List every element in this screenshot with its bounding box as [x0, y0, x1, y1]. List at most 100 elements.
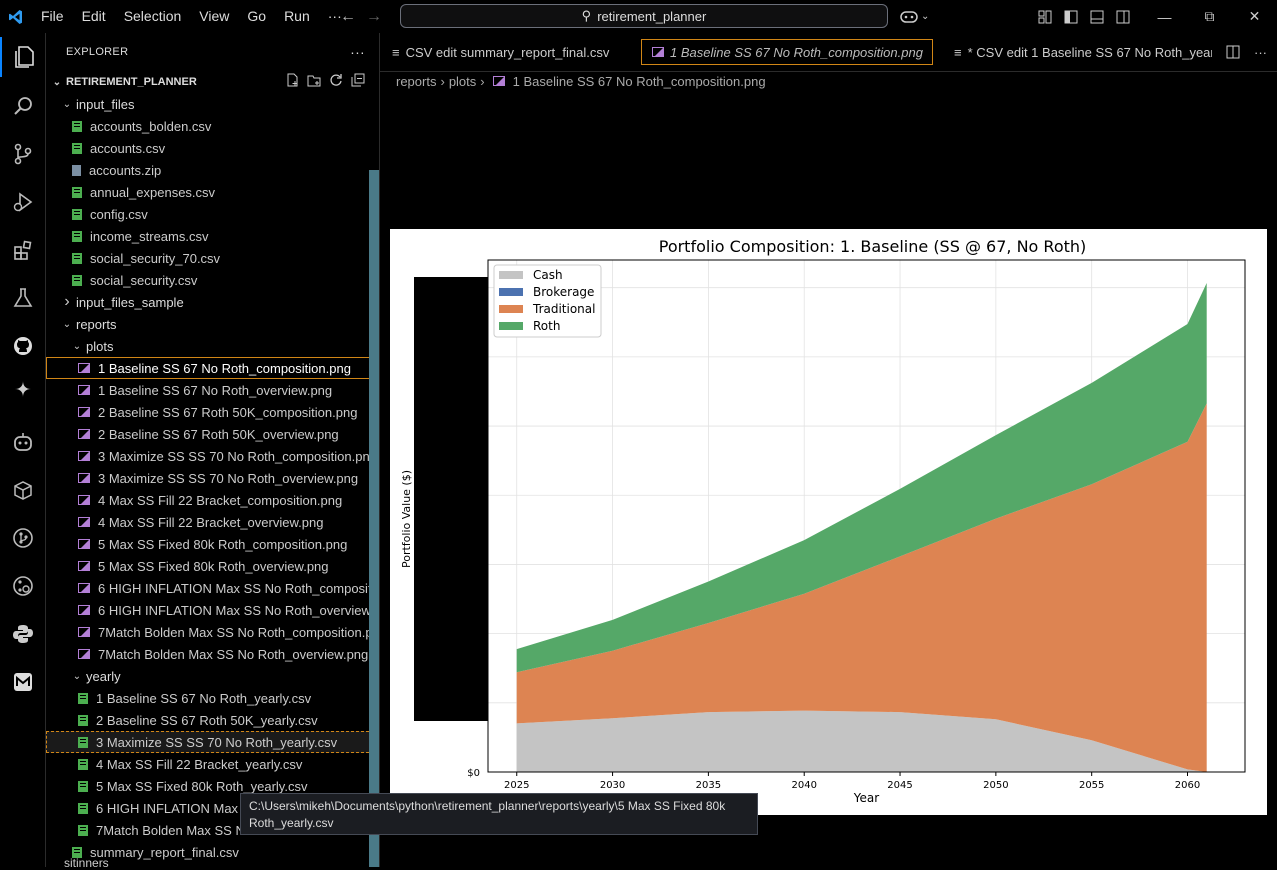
tree-file[interactable]: accounts_bolden.csv	[46, 115, 379, 137]
tree-file[interactable]: 6 HIGH INFLATION Max SS No Roth_composit…	[46, 577, 379, 599]
tree-file[interactable]: 4 Max SS Fill 22 Bracket_yearly.csv	[46, 753, 379, 775]
tree-item-label: plots	[86, 338, 114, 354]
sidebar-scrollbar[interactable]	[369, 170, 379, 867]
command-center[interactable]: ⚲ retirement_planner	[400, 4, 888, 28]
chevron-down-icon[interactable]: ⌄	[921, 11, 929, 22]
restore-icon[interactable]: ⧉	[1187, 0, 1232, 33]
breadcrumb-item[interactable]: plots	[449, 74, 476, 89]
zip-file-icon	[72, 164, 81, 176]
toggle-secondary-sidebar-icon[interactable]	[1116, 10, 1130, 24]
tree-file[interactable]: 2 Baseline SS 67 Roth 50K_yearly.csv	[46, 709, 379, 731]
new-folder-icon[interactable]	[307, 73, 321, 87]
menu-item[interactable]: Edit	[73, 0, 115, 33]
collapse-all-icon[interactable]	[351, 73, 365, 87]
tree-file[interactable]: 7Match Bolden Max SS No Roth_composition…	[46, 621, 379, 643]
copilot-icon[interactable]: ⌄	[900, 0, 929, 33]
run-debug-icon[interactable]	[0, 182, 45, 222]
menu-item[interactable]: View	[190, 0, 238, 33]
tree-file[interactable]: 2 Baseline SS 67 Roth 50K_composition.pn…	[46, 401, 379, 423]
tree-file[interactable]: social_security_70.csv	[46, 247, 379, 269]
back-arrow-icon[interactable]: ←	[340, 8, 356, 26]
project-root[interactable]: ⌄ RETIREMENT_PLANNER	[46, 71, 379, 93]
image-file-icon	[78, 407, 90, 417]
tree-file[interactable]: 5 Max SS Fixed 80k Roth_composition.png	[46, 533, 379, 555]
github-icon[interactable]	[0, 326, 45, 366]
tree-item-label: 2 Baseline SS 67 Roth 50K_yearly.csv	[96, 712, 318, 728]
tree-file[interactable]: 6 HIGH INFLATION Max SS No Roth_overview…	[46, 599, 379, 621]
breadcrumb-item[interactable]: 1 Baseline SS 67 No Roth_composition.png	[513, 74, 766, 89]
extensions-icon[interactable]	[0, 230, 45, 270]
tree-file[interactable]: config.csv	[46, 203, 379, 225]
search-icon[interactable]	[0, 86, 45, 126]
tab-label: CSV edit summary_report_final.csv	[405, 44, 610, 60]
tab-more-button[interactable]: ···	[1254, 45, 1267, 60]
git-lens-icon[interactable]	[0, 566, 45, 606]
tree-file[interactable]: accounts.csv	[46, 137, 379, 159]
breadcrumb-item[interactable]: reports	[396, 74, 436, 89]
tree-file[interactable]: 2 Baseline SS 67 Roth 50K_overview.png	[46, 423, 379, 445]
menu-item[interactable]: File	[32, 0, 73, 33]
explorer-icon[interactable]	[0, 37, 45, 77]
legend-swatch	[499, 322, 523, 330]
tree-file[interactable]: income_streams.csv	[46, 225, 379, 247]
tree-file[interactable]: 5 Max SS Fixed 80k Roth_overview.png	[46, 555, 379, 577]
close-window-icon[interactable]: ✕	[1232, 0, 1277, 33]
tree-folder[interactable]: ⌄ reports	[46, 313, 379, 335]
tab-composition-png[interactable]: 1 Baseline SS 67 No Roth_composition.png…	[641, 39, 933, 65]
tree-file[interactable]: 4 Max SS Fill 22 Bracket_composition.png	[46, 489, 379, 511]
tree-file[interactable]: 1 Baseline SS 67 No Roth_composition.png	[46, 357, 379, 379]
chevron-right-icon: ›	[480, 73, 485, 89]
tree-item-label: 3 Maximize SS SS 70 No Roth_overview.png	[98, 470, 359, 486]
tree-file[interactable]: 3 Maximize SS SS 70 No Roth_overview.png	[46, 467, 379, 489]
menu-bar: File Edit Selection View Go Run ···	[32, 0, 351, 33]
tree-file[interactable]: 3 Maximize SS SS 70 No Roth_composition.…	[46, 445, 379, 467]
tree-file[interactable]: social_security.csv	[46, 269, 379, 291]
toggle-panel-icon[interactable]	[1090, 10, 1104, 24]
tab-yearly-csv[interactable]: ≡ * CSV edit 1 Baseline SS 67 No Roth_ye…	[942, 33, 1212, 71]
toggle-primary-sidebar-icon[interactable]	[1064, 10, 1078, 24]
gemini-sparkle-icon[interactable]	[0, 369, 45, 409]
csv-file-icon	[72, 120, 82, 132]
tree-file[interactable]: 1 Baseline SS 67 No Roth_overview.png	[46, 379, 379, 401]
tree-folder[interactable]: ⌄ yearly	[46, 665, 379, 687]
tree-folder[interactable]: › input_files_sample	[46, 291, 379, 313]
tab-summary-report[interactable]: ≡ CSV edit summary_report_final.csv	[380, 33, 636, 71]
split-editor-icon[interactable]	[1226, 45, 1240, 59]
copilot-chat-icon[interactable]	[0, 422, 45, 462]
tree-file[interactable]: 3 Maximize SS SS 70 No Roth_yearly.csv	[46, 731, 379, 753]
forward-arrow-icon[interactable]: →	[366, 8, 382, 26]
tree-file[interactable]: 1 Baseline SS 67 No Roth_yearly.csv	[46, 687, 379, 709]
tree-item-label: accounts.csv	[90, 140, 166, 156]
tree-item-label: 3 Maximize SS SS 70 No Roth_composition.…	[98, 448, 377, 464]
source-control-icon[interactable]	[0, 134, 45, 174]
tree-file[interactable]: 7Match Bolden Max SS No Roth_overview.pn…	[46, 643, 379, 665]
csv-file-icon	[72, 274, 82, 286]
tree-file[interactable]: accounts.zip	[46, 159, 379, 181]
lines-icon: ≡	[392, 44, 400, 60]
image-file-icon	[78, 539, 90, 549]
legend-label: Traditional	[532, 302, 595, 316]
tree-file[interactable]: annual_expenses.csv	[46, 181, 379, 203]
tree-item-label: social_security_70.csv	[90, 250, 221, 266]
csv-file-icon	[78, 758, 88, 770]
git-graph-icon[interactable]	[0, 518, 45, 558]
refresh-icon[interactable]	[329, 73, 343, 87]
containers-icon[interactable]	[0, 470, 45, 510]
tree-file[interactable]: 4 Max SS Fill 22 Bracket_overview.png	[46, 511, 379, 533]
explorer-more-button[interactable]: ···	[350, 44, 365, 60]
new-file-icon[interactable]	[285, 73, 299, 87]
testing-flask-icon[interactable]	[0, 278, 45, 318]
tree-folder[interactable]: ⌄ input_files	[46, 93, 379, 115]
image-file-icon	[78, 363, 90, 373]
menu-item[interactable]: Selection	[115, 0, 191, 33]
y-axis-label: Portfolio Value ($)	[400, 470, 413, 568]
menu-item[interactable]: Run	[275, 0, 319, 33]
kilo-code-icon[interactable]	[0, 662, 45, 702]
menu-item[interactable]: Go	[238, 0, 275, 33]
python-icon[interactable]	[0, 614, 45, 654]
customize-layout-icon[interactable]	[1038, 10, 1052, 24]
tree-item-label: 1 Baseline SS 67 No Roth_yearly.csv	[96, 690, 312, 706]
tree-folder[interactable]: ⌄ plots	[46, 335, 379, 357]
chevron-down-icon: ⌄	[72, 340, 82, 352]
minimize-icon[interactable]: —	[1142, 0, 1187, 33]
